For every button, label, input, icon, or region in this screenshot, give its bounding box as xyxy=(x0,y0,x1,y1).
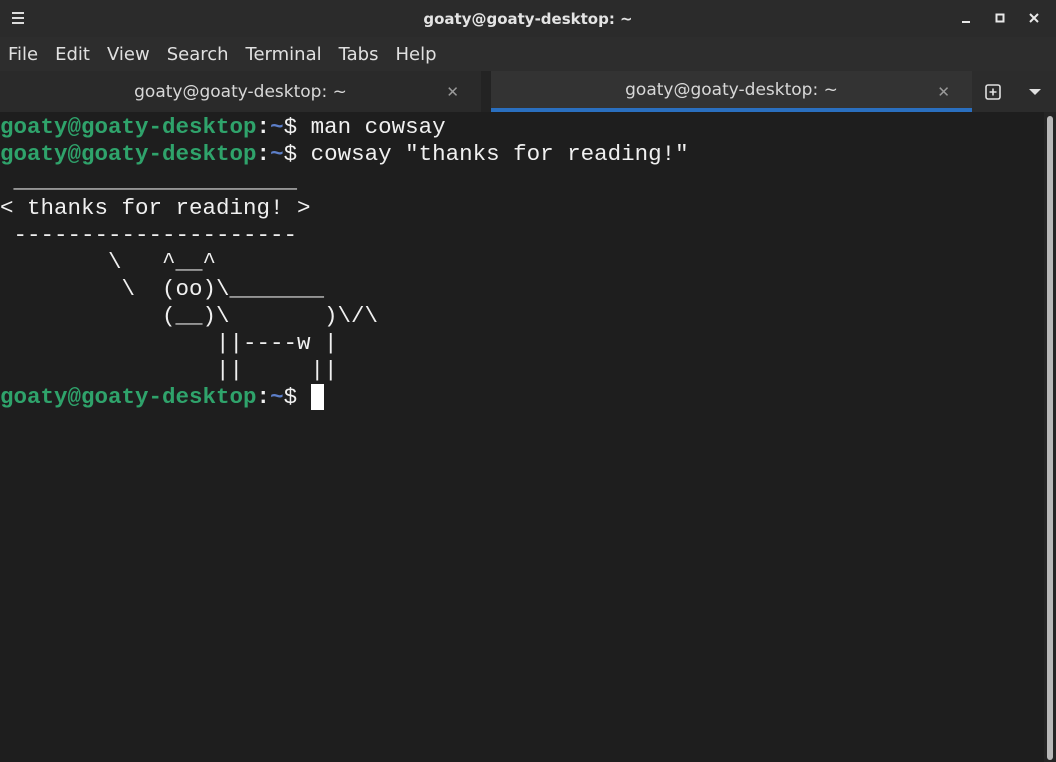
output-line: _____________________ xyxy=(0,168,1044,195)
output-text: || || xyxy=(0,357,338,383)
output-line: --------------------- xyxy=(0,222,1044,249)
prompt-user-host: goaty@goaty-desktop xyxy=(0,114,257,140)
output-line: || || xyxy=(0,357,1044,384)
output-text: (__)\ )\/\ xyxy=(0,303,379,329)
command-text: cowsay "thanks for reading!" xyxy=(310,141,689,167)
command-line: goaty@goaty-desktop:~$ cowsay "thanks fo… xyxy=(0,141,1044,168)
prompt-symbol: $ xyxy=(283,141,311,167)
tab-1[interactable]: goaty@goaty-desktop: ~ ✕ xyxy=(0,71,481,112)
menu-bar: File Edit View Search Terminal Tabs Help xyxy=(0,37,1056,71)
output-line: \ ^__^ xyxy=(0,249,1044,276)
minimize-icon xyxy=(962,21,970,23)
hamburger-menu-icon[interactable] xyxy=(8,8,28,28)
tab-close-icon[interactable]: ✕ xyxy=(446,83,459,101)
tab-2[interactable]: goaty@goaty-desktop: ~ ✕ xyxy=(491,71,972,112)
tab-label: goaty@goaty-desktop: ~ xyxy=(625,79,838,100)
output-text: < thanks for reading! > xyxy=(0,195,311,221)
prompt-symbol: $ xyxy=(283,384,311,410)
output-text: --------------------- xyxy=(0,222,298,248)
tab-label: goaty@goaty-desktop: ~ xyxy=(134,81,347,102)
close-icon xyxy=(1029,13,1039,23)
menu-help[interactable]: Help xyxy=(395,44,436,65)
output-line: \ (oo)\_______ xyxy=(0,276,1044,303)
prompt-directory: ~ xyxy=(270,114,284,140)
tab-close-icon[interactable]: ✕ xyxy=(937,83,950,101)
menu-file[interactable]: File xyxy=(8,44,38,65)
window-title: goaty@goaty-desktop: ~ xyxy=(423,9,633,28)
output-line: (__)\ )\/\ xyxy=(0,303,1044,330)
prompt-separator: : xyxy=(256,141,271,167)
terminal-output[interactable]: goaty@goaty-desktop:~$ man cowsay goaty@g… xyxy=(0,112,1044,762)
output-text: _____________________ xyxy=(0,168,298,194)
output-line: ||----w | xyxy=(0,330,1044,357)
maximize-icon xyxy=(995,13,1005,23)
menu-search[interactable]: Search xyxy=(167,44,229,65)
new-tab-icon xyxy=(985,83,1001,100)
prompt-directory: ~ xyxy=(270,141,284,167)
scrollbar[interactable] xyxy=(1044,112,1056,762)
prompt-user-host: goaty@goaty-desktop xyxy=(0,384,257,410)
output-text: ||----w | xyxy=(0,330,338,356)
command-line: goaty@goaty-desktop:~$ man cowsay xyxy=(0,114,1044,141)
close-button[interactable] xyxy=(1020,6,1048,30)
prompt-directory: ~ xyxy=(270,384,284,410)
new-tab-button[interactable] xyxy=(978,77,1008,107)
tab-menu-button[interactable] xyxy=(1020,77,1050,107)
command-line: goaty@goaty-desktop:~$ xyxy=(0,384,1044,411)
command-text: man cowsay xyxy=(310,114,446,140)
tab-divider xyxy=(481,71,491,112)
tab-bar: goaty@goaty-desktop: ~ ✕ goaty@goaty-des… xyxy=(0,71,1056,112)
prompt-separator: : xyxy=(256,384,271,410)
output-text: \ ^__^ xyxy=(0,249,217,275)
prompt-symbol: $ xyxy=(283,114,311,140)
minimize-button[interactable] xyxy=(952,6,980,30)
chevron-down-icon xyxy=(1029,88,1041,95)
output-line: < thanks for reading! > xyxy=(0,195,1044,222)
maximize-button[interactable] xyxy=(986,6,1014,30)
menu-tabs[interactable]: Tabs xyxy=(339,44,379,65)
scrollbar-thumb[interactable] xyxy=(1047,116,1053,760)
menu-terminal[interactable]: Terminal xyxy=(246,44,322,65)
title-bar: goaty@goaty-desktop: ~ xyxy=(0,0,1056,37)
menu-edit[interactable]: Edit xyxy=(55,44,90,65)
prompt-user-host: goaty@goaty-desktop xyxy=(0,141,257,167)
output-text: \ (oo)\_______ xyxy=(0,276,325,302)
prompt-separator: : xyxy=(256,114,271,140)
text-cursor xyxy=(310,384,324,410)
menu-view[interactable]: View xyxy=(107,44,150,65)
